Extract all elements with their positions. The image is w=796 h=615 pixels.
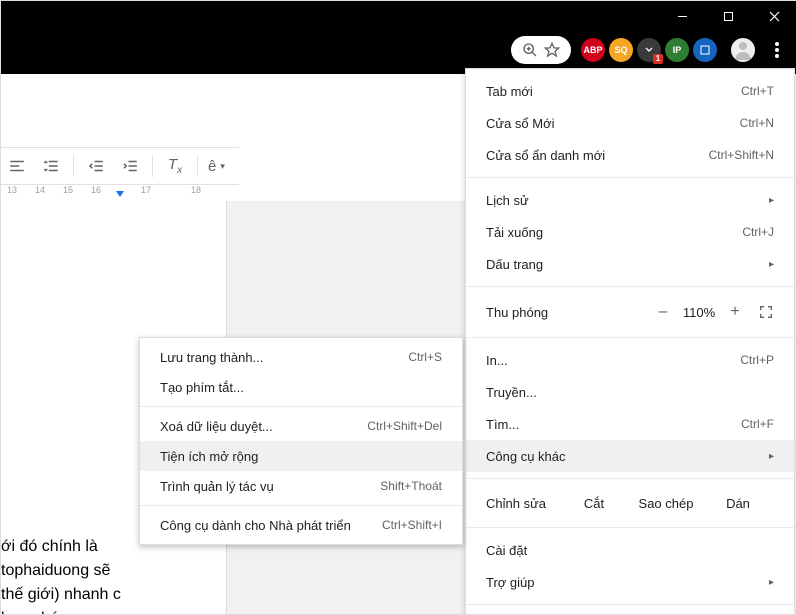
edit-label: Chỉnh sửa (486, 496, 558, 511)
extension-dl-icon[interactable] (693, 38, 717, 62)
edit-cut-button[interactable]: Cắt (558, 496, 630, 511)
menu-item-bookmarks[interactable]: Dấu trang▸ (466, 248, 794, 280)
extension-strip: ABP SQ 1 IP (575, 38, 723, 62)
chrome-main-menu: Tab mớiCtrl+T Cửa sổ MớiCtrl+N Cửa sổ ẩn… (465, 68, 795, 615)
font-dropdown[interactable]: ê▾ (208, 154, 225, 178)
zoom-out-button[interactable]: – (650, 303, 676, 321)
extension-sq-icon[interactable]: SQ (609, 38, 633, 62)
window-minimize-button[interactable] (659, 1, 705, 32)
browser-toolbar: ABP SQ 1 IP (1, 32, 796, 69)
doc-paragraph: ới đó chính là tophaiduong sẽ thế giới) … (1, 535, 131, 615)
submenu-item-task-manager[interactable]: Trình quản lý tác vụShift+Thoát (140, 471, 462, 501)
clear-formatting-icon[interactable]: Tx (163, 154, 187, 178)
menu-item-settings[interactable]: Cài đặt (466, 534, 794, 566)
menu-item-zoom: Thu phóng – 110% + (466, 293, 794, 331)
zoom-value: 110% (676, 305, 722, 320)
more-tools-submenu: Lưu trang thành...Ctrl+S Tạo phím tắt...… (139, 337, 463, 545)
menu-item-cast[interactable]: Truyền... (466, 376, 794, 408)
profile-avatar[interactable] (731, 38, 755, 62)
edit-paste-button[interactable]: Dán (702, 496, 774, 511)
zoom-in-button[interactable]: + (722, 303, 748, 321)
extension-pocket-icon[interactable]: 1 (637, 38, 661, 62)
menu-edit-row: Chỉnh sửa Cắt Sao chép Dán (466, 485, 794, 521)
ruler-tick: 13 (7, 185, 17, 195)
menu-item-print[interactable]: In...Ctrl+P (466, 344, 794, 376)
window-maximize-button[interactable] (705, 1, 751, 32)
omnibox-right (511, 36, 571, 64)
menu-item-new-tab[interactable]: Tab mớiCtrl+T (466, 75, 794, 107)
menu-item-incognito[interactable]: Cửa sổ ẩn danh mớiCtrl+Shift+N (466, 139, 794, 171)
chrome-menu-button[interactable] (763, 36, 791, 64)
menu-item-exit[interactable]: Thoát (466, 611, 794, 615)
indent-increase-icon[interactable] (118, 154, 142, 178)
star-bookmark-icon[interactable] (541, 39, 563, 61)
extension-badge: 1 (653, 54, 663, 64)
submenu-item-create-shortcut[interactable]: Tạo phím tắt... (140, 372, 462, 402)
menu-item-more-tools[interactable]: Công cụ khác▸ (466, 440, 794, 472)
menu-item-downloads[interactable]: Tải xuốngCtrl+J (466, 216, 794, 248)
submenu-item-extensions[interactable]: Tiện ích mở rộng (140, 441, 462, 471)
extension-abp-icon[interactable]: ABP (581, 38, 605, 62)
edit-copy-button[interactable]: Sao chép (630, 496, 702, 511)
ruler-tick: 17 (141, 185, 151, 195)
docs-toolbar: Tx ê▾ (1, 147, 239, 185)
ruler-tick: 14 (35, 185, 45, 195)
ruler-indent-marker[interactable] (116, 191, 124, 197)
ruler-tick: 18 (191, 185, 201, 195)
extension-ip-icon[interactable]: IP (665, 38, 689, 62)
indent-decrease-icon[interactable] (84, 154, 108, 178)
ruler-tick: 16 (91, 185, 101, 195)
submenu-item-clear-browsing-data[interactable]: Xoá dữ liệu duyệt...Ctrl+Shift+Del (140, 411, 462, 441)
ruler: 13 14 15 16 17 18 (1, 183, 231, 202)
zoom-label: Thu phóng (486, 305, 650, 320)
submenu-item-developer-tools[interactable]: Công cụ dành cho Nhà phát triểnCtrl+Shif… (140, 510, 462, 540)
menu-item-history[interactable]: Lịch sử▸ (466, 184, 794, 216)
fullscreen-button[interactable] (758, 304, 774, 320)
line-spacing-icon[interactable] (39, 154, 63, 178)
menu-item-find[interactable]: Tìm...Ctrl+F (466, 408, 794, 440)
menu-item-new-window[interactable]: Cửa sổ MớiCtrl+N (466, 107, 794, 139)
window-close-button[interactable] (751, 1, 796, 32)
zoom-lens-icon[interactable] (519, 39, 541, 61)
window-titlebar (1, 1, 796, 32)
menu-item-help[interactable]: Trợ giúp▸ (466, 566, 794, 598)
ruler-tick: 15 (63, 185, 73, 195)
submenu-item-save-page[interactable]: Lưu trang thành...Ctrl+S (140, 342, 462, 372)
align-left-icon[interactable] (5, 154, 29, 178)
